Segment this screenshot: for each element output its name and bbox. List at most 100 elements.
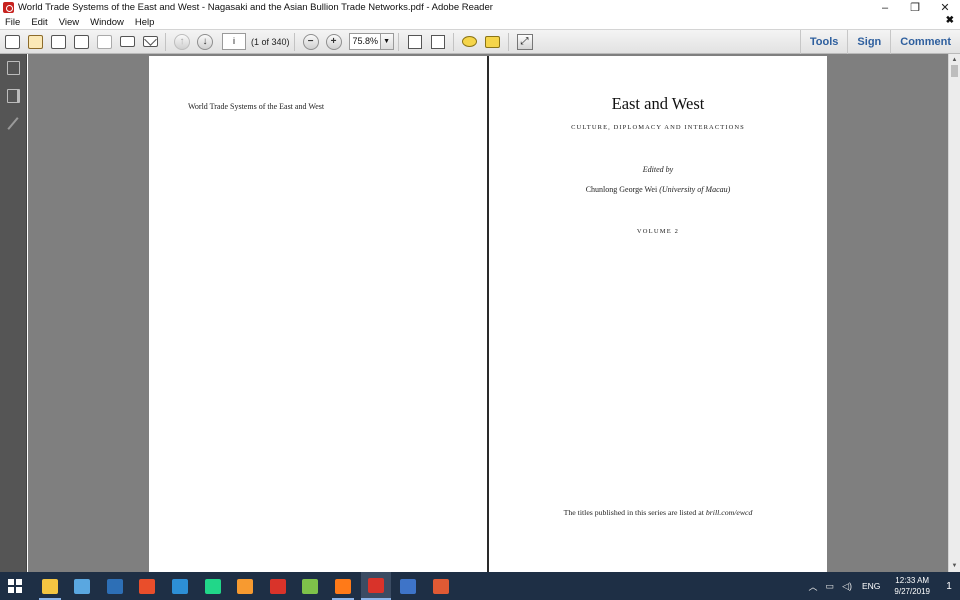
taskbar-app-pycharm[interactable] [198,572,228,600]
menu-view[interactable]: View [54,17,85,28]
edit-pdf-button[interactable] [47,32,69,52]
create-pdf-icon [27,34,43,49]
shield-app-icon [139,578,155,594]
tools-button[interactable]: Tools [799,30,848,54]
edited-by-label: Edited by [642,165,674,174]
edit-pdf-icon [50,34,66,49]
taskbar-app-sublime[interactable] [230,572,260,600]
page-count: (1 of 340) [251,36,290,47]
taskbar: ︿ ▭ ◁) ENG 12:33 AM 9/27/2019 1 [0,572,960,600]
series-note-text: The titles published in this series are … [563,508,704,517]
page-number-input[interactable]: i [222,33,246,50]
comment-button[interactable]: Comment [890,30,960,54]
taskbar-app-adobe-reader[interactable] [361,572,391,600]
scroll-down-icon[interactable]: ▼ [949,561,960,571]
menu-help[interactable]: Help [130,17,161,28]
open-button[interactable] [1,32,23,52]
menu-window[interactable]: Window [85,17,130,28]
print-button[interactable] [116,32,138,52]
taskbar-app-word[interactable] [393,572,423,600]
taskbar-app-notepad[interactable] [295,572,325,600]
network-icon[interactable]: ▭ [822,581,839,592]
zoom-in-button[interactable]: + [323,32,345,52]
series-link[interactable]: brill.com/ewcd [706,508,753,517]
language-indicator[interactable]: ENG [856,581,886,591]
create-pdf-button[interactable] [24,32,46,52]
open-file-icon [4,34,20,49]
bookmarks-icon[interactable] [7,89,20,103]
pycharm-icon [205,578,221,594]
chevron-up-icon[interactable]: ︿ [805,580,822,593]
read-mode-button[interactable]: ⤢ [514,32,536,52]
zoom-input[interactable]: 75.8% [348,33,381,50]
taskbar-app-window-app[interactable] [165,572,195,600]
fit-page-button[interactable] [427,32,449,52]
notification-count: 1 [946,580,952,592]
taskbar-app-powershell[interactable] [100,572,130,600]
chevron-down-icon: ▼ [383,38,390,45]
clock-time: 12:33 AM [895,576,930,585]
taskbar-app-firefox[interactable] [328,572,358,600]
editor-line: Chunlong George Wei (University of Macau… [489,185,827,194]
window-title: World Trade Systems of the East and West… [18,2,493,13]
right-page: East and West CULTURE, DIPLOMACY AND INT… [489,56,827,572]
menu-file[interactable]: File [0,17,26,28]
sign-button[interactable]: Sign [847,30,890,54]
editor-affiliation: (University of Macau) [659,185,731,194]
book-series-subtitle: CULTURE, DIPLOMACY AND INTERACTIONS [571,124,745,131]
print-icon [119,36,135,47]
navigation-pane [0,54,27,572]
arrow-down-icon: ↓ [197,33,213,50]
taskbar-app-file-explorer[interactable] [35,572,65,600]
left-page: World Trade Systems of the East and West [149,56,487,572]
presentation-icon [433,578,449,594]
window-controls: – ❐ ✕ [870,0,960,15]
toolbar-separator [165,32,166,51]
taskbar-app-acrobat[interactable] [263,572,293,600]
taskbar-app-presentation[interactable] [426,572,456,600]
previous-page-button[interactable]: ↑ [171,32,193,52]
editor-name: Chunlong George Wei [585,185,658,194]
running-head: World Trade Systems of the East and West [188,102,325,111]
fit-width-icon [407,34,422,49]
minus-icon: − [302,33,319,50]
menu-bar: File Edit View Window Help ✖ [0,15,960,29]
maximize-button[interactable]: ❐ [900,0,930,15]
comment-bubble-icon [462,36,478,47]
upload-button[interactable] [70,32,92,52]
plus-icon: + [325,33,342,50]
menu-edit[interactable]: Edit [26,17,53,28]
mail-icon [142,36,158,47]
taskbar-app-shield-app[interactable] [132,572,162,600]
minimize-button[interactable]: – [870,0,900,15]
scroll-up-icon[interactable]: ▲ [949,55,960,65]
next-page-button[interactable]: ↓ [194,32,216,52]
signature-pen-icon[interactable] [7,117,20,131]
toolbar-right-panel: Tools Sign Comment [799,30,960,54]
fit-width-button[interactable] [404,32,426,52]
adobe-reader-icon [3,2,14,13]
email-button[interactable] [139,32,161,52]
vertical-scrollbar[interactable]: ▲ ▼ [948,54,960,572]
close-button[interactable]: ✕ [930,0,960,15]
scrollbar-thumb[interactable] [951,65,958,77]
volume-icon[interactable]: ◁) [838,581,856,592]
highlight-button[interactable] [482,32,504,52]
clock[interactable]: 12:33 AM 9/27/2019 [886,575,938,597]
acrobat-icon [270,578,286,594]
clock-date: 9/27/2019 [894,587,930,596]
document-view[interactable]: World Trade Systems of the East and West… [28,54,948,572]
close-document-icon[interactable]: ✖ [946,15,954,26]
sticky-note-button[interactable] [459,32,481,52]
save-button[interactable] [93,32,115,52]
firefox-icon [335,578,351,594]
title-bar: World Trade Systems of the East and West… [0,0,960,15]
page-thumbnails-icon[interactable] [7,61,20,75]
zoom-control: 75.8% ▼ [348,33,394,50]
volume-label: VOLUME 2 [636,228,680,235]
windows-start-icon[interactable] [8,579,22,593]
zoom-out-button[interactable]: − [300,32,322,52]
notification-icon[interactable]: 1 [938,572,960,600]
zoom-dropdown-button[interactable]: ▼ [380,33,394,50]
taskbar-app-notes[interactable] [67,572,97,600]
